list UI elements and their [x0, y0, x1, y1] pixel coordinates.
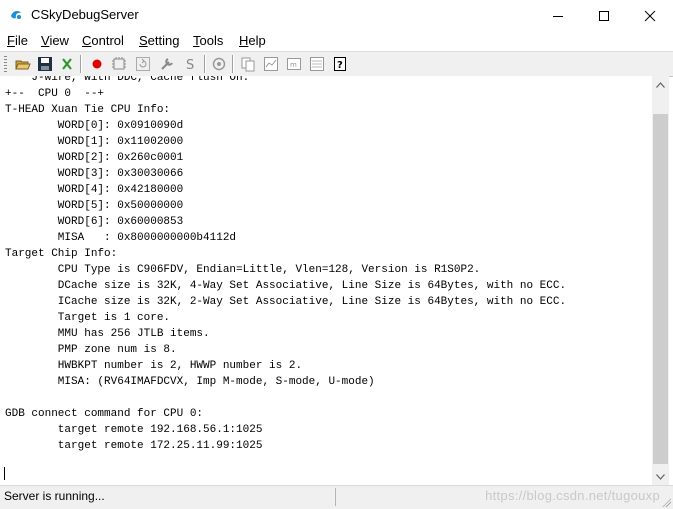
console-line: MISA: (RV64IMAFDCVX, Imp M-mode, S-mode,… — [5, 376, 375, 388]
help-circle-icon — [212, 57, 226, 71]
menu-setting[interactable]: Setting — [139, 33, 179, 48]
svg-text:?: ? — [337, 60, 343, 71]
console-line: Target is 1 core. — [5, 312, 171, 324]
console-line: DCache size is 32K, 4-Way Set Associativ… — [5, 280, 567, 292]
device-button[interactable] — [110, 55, 128, 73]
open-button[interactable] — [14, 55, 32, 73]
refresh-icon — [136, 57, 150, 71]
console-line: ICache size is 32K, 2-Way Set Associativ… — [5, 296, 567, 308]
scroll-thumb[interactable] — [653, 114, 668, 464]
menu-bar: File View Control Setting Tools Help — [0, 31, 673, 51]
toolbar-separator — [204, 55, 206, 73]
app-logo-icon — [9, 8, 23, 22]
maximize-button[interactable] — [581, 0, 627, 31]
menu-help[interactable]: Help — [239, 33, 266, 48]
console-line: WORD[4]: 0x42180000 — [5, 184, 184, 196]
console-line: HWBKPT number is 2, HWWP number is 2. — [5, 360, 303, 372]
chevron-down-icon — [656, 473, 665, 480]
record-button[interactable] — [88, 55, 106, 73]
toolbar-separator — [232, 55, 234, 73]
disconnect-icon — [62, 58, 72, 70]
console-line: WORD[0]: 0x0910090d — [5, 120, 184, 132]
title-bar: CSkyDebugServer — [0, 0, 673, 31]
console-line: WORD[3]: 0x30030066 — [5, 168, 184, 180]
console-line: J-wire, with DDC, Cache flush On. — [5, 76, 250, 84]
device-icon — [112, 57, 126, 70]
chart-button[interactable] — [262, 55, 280, 73]
console-line: target remote 172.25.11.99:1025 — [5, 440, 263, 452]
script-icon: S — [186, 58, 194, 72]
console-line: WORD[6]: 0x60000853 — [5, 216, 184, 228]
copy-icon — [241, 57, 255, 72]
console-line: PMP zone num is 8. — [5, 344, 177, 356]
console-line: MISA : 0x8000000000b4112d — [5, 232, 237, 244]
console-line: WORD[1]: 0x11002000 — [5, 136, 184, 148]
console-line: WORD[2]: 0x260c0001 — [5, 152, 184, 164]
watermark-text: https://blog.csdn.net/tugouxp — [485, 488, 660, 503]
close-button[interactable] — [627, 0, 673, 31]
dump-button[interactable] — [308, 55, 326, 73]
dump-icon — [310, 57, 324, 71]
record-icon — [92, 59, 102, 69]
console-output[interactable]: J-wire, with DDC, Cache flush On. +-- CP… — [0, 76, 652, 485]
menu-file[interactable]: File — [7, 33, 28, 48]
status-text: Server is running... — [4, 489, 105, 503]
close-icon — [644, 10, 656, 21]
open-icon — [15, 60, 31, 70]
console-line: target remote 192.168.56.1:1025 — [5, 424, 263, 436]
window-title: CSkyDebugServer — [31, 7, 139, 22]
save-button[interactable] — [36, 55, 54, 73]
copy-button[interactable] — [239, 55, 257, 73]
vertical-scrollbar[interactable] — [652, 76, 669, 485]
menu-tools[interactable]: Tools — [193, 33, 223, 48]
script-button[interactable]: S — [182, 55, 200, 73]
about-button[interactable]: ? — [331, 55, 349, 73]
refresh-button[interactable] — [134, 55, 152, 73]
console-text: J-wire, with DDC, Cache flush On. +-- CP… — [5, 76, 566, 454]
minimize-icon — [553, 15, 563, 17]
status-bar: Server is running... https://blog.csdn.n… — [0, 485, 673, 509]
status-pane-main: Server is running... — [0, 488, 336, 506]
save-icon — [38, 57, 52, 71]
maximize-icon — [599, 10, 609, 21]
menu-view[interactable]: View — [41, 33, 69, 48]
text-caret — [4, 467, 5, 480]
memory-button[interactable]: m — [285, 55, 303, 73]
console-line: MMU has 256 JTLB items. — [5, 328, 210, 340]
console-line: WORD[5]: 0x50000000 — [5, 200, 184, 212]
disconnect-button[interactable] — [58, 55, 76, 73]
console-line: CPU Type is C906FDV, Endian=Little, Vlen… — [5, 264, 481, 276]
toolbar-grip[interactable] — [4, 56, 7, 72]
svg-text:S: S — [186, 58, 194, 72]
chart-icon — [264, 57, 278, 71]
help-circle-button[interactable] — [210, 55, 228, 73]
console-line: T-HEAD Xuan Tie CPU Info: — [5, 104, 171, 116]
svg-text:m: m — [290, 61, 297, 69]
scroll-up-button[interactable] — [652, 76, 669, 93]
console-line: GDB connect command for CPU 0: — [5, 408, 204, 420]
toolbar: S m ? — [0, 51, 673, 77]
toolbar-separator — [80, 55, 82, 73]
minimize-button[interactable] — [535, 0, 581, 31]
chevron-up-icon — [656, 81, 665, 88]
menu-control[interactable]: Control — [82, 33, 124, 48]
console-line: Target Chip Info: — [5, 248, 118, 260]
settings-wrench-icon — [161, 58, 173, 70]
wrench-button[interactable] — [158, 55, 176, 73]
about-icon: ? — [334, 57, 346, 71]
console-line: +-- CPU 0 --+ — [5, 88, 105, 100]
resize-grip[interactable] — [661, 497, 671, 507]
scroll-down-button[interactable] — [652, 468, 669, 485]
memory-icon: m — [287, 58, 301, 70]
status-pane-secondary: https://blog.csdn.net/tugouxp — [338, 488, 668, 506]
